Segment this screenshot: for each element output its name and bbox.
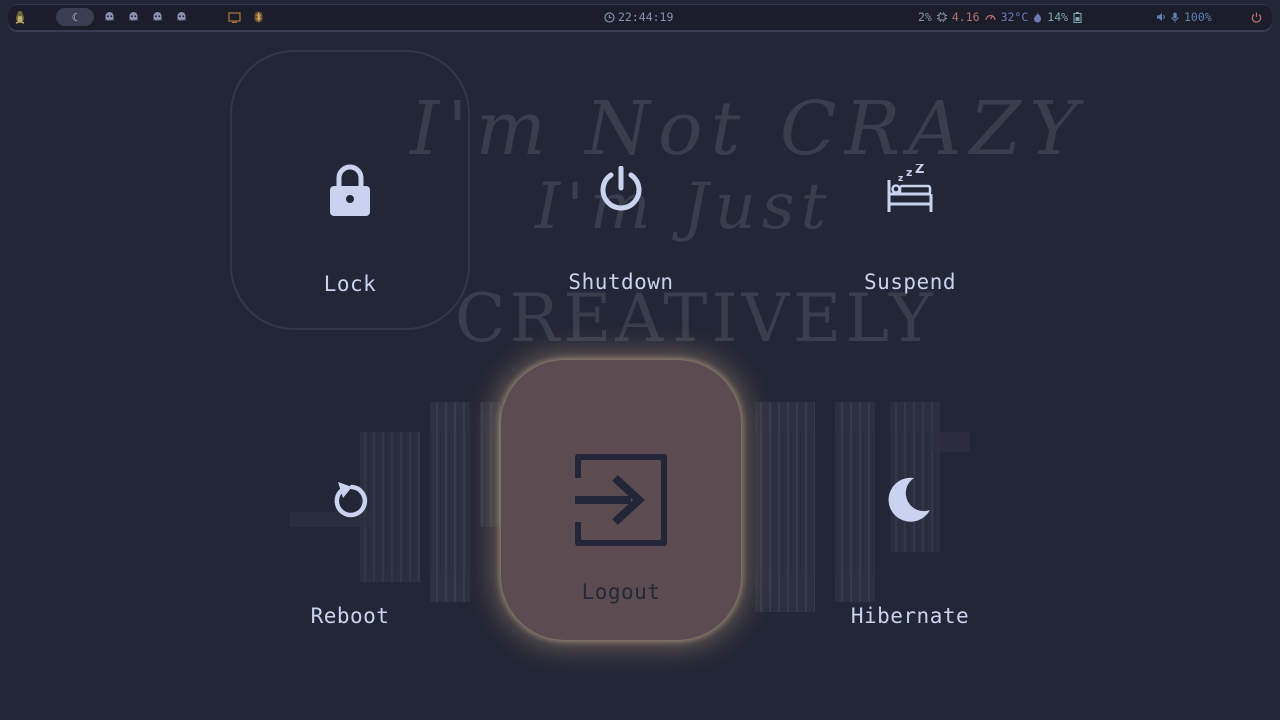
- workspace-5[interactable]: [174, 4, 188, 30]
- shutdown-icon: [599, 166, 643, 212]
- moon-icon: ☾: [71, 10, 79, 24]
- workspace-2[interactable]: [102, 4, 116, 30]
- reboot-icon: [330, 478, 370, 520]
- shutdown-label: Shutdown: [568, 270, 674, 294]
- gauge-icon: [984, 14, 996, 21]
- reboot-button[interactable]: Reboot: [230, 384, 470, 664]
- shutdown-button[interactable]: Shutdown: [501, 50, 741, 330]
- clock-text: 22:44:19: [618, 10, 674, 24]
- bed-icon: zzZ: [886, 164, 934, 214]
- ghost-icon: [129, 10, 138, 24]
- lock-icon: [328, 162, 372, 218]
- load-average: 4.16: [951, 10, 980, 24]
- logout-label: Logout: [581, 580, 661, 604]
- clock[interactable]: 22:44:19: [604, 4, 673, 30]
- power-icon[interactable]: [1251, 4, 1262, 30]
- battery-icon: [1073, 11, 1082, 23]
- volume-control[interactable]: 100%: [1156, 4, 1212, 30]
- monitor-icon[interactable]: [228, 4, 241, 30]
- suspend-button[interactable]: zzZ Suspend: [790, 50, 1030, 330]
- logout-button[interactable]: Logout: [501, 360, 741, 640]
- ghost-icon: [177, 10, 186, 24]
- chip-icon: [936, 12, 947, 22]
- workspace-1-active[interactable]: ☾: [56, 8, 94, 26]
- workspace-4[interactable]: [150, 4, 164, 30]
- hibernate-label: Hibernate: [850, 604, 970, 628]
- svg-text:z: z: [906, 166, 912, 179]
- lock-button[interactable]: Lock: [230, 50, 470, 330]
- svg-text:Z: Z: [915, 164, 924, 177]
- reboot-label: Reboot: [310, 604, 390, 628]
- workspace-3[interactable]: [126, 4, 140, 30]
- tux-icon[interactable]: [14, 4, 26, 30]
- suspend-label: Suspend: [863, 270, 956, 294]
- temperature: 32°C: [1000, 10, 1029, 24]
- logout-icon: [575, 454, 667, 546]
- svg-text:z: z: [898, 174, 903, 184]
- top-bar: ☾ 22:44:19 2% 4.16 32°C 14% 100%: [8, 4, 1272, 30]
- cpu-usage: 2%: [918, 10, 932, 24]
- system-stats: 2% 4.16 32°C 14%: [918, 4, 1082, 30]
- flame-icon: [1034, 12, 1042, 22]
- bluetooth-icon[interactable]: [254, 4, 263, 30]
- lock-label: Lock: [323, 272, 377, 296]
- mic-icon: [1171, 12, 1179, 22]
- ghost-icon: [153, 10, 162, 24]
- speaker-icon: [1157, 13, 1165, 21]
- clock-icon: [604, 11, 615, 23]
- hibernate-icon: [888, 476, 932, 522]
- hibernate-button[interactable]: Hibernate: [790, 384, 1030, 664]
- ghost-icon: [105, 10, 114, 24]
- brightness: 14%: [1047, 10, 1069, 24]
- volume-level: 100%: [1184, 10, 1212, 24]
